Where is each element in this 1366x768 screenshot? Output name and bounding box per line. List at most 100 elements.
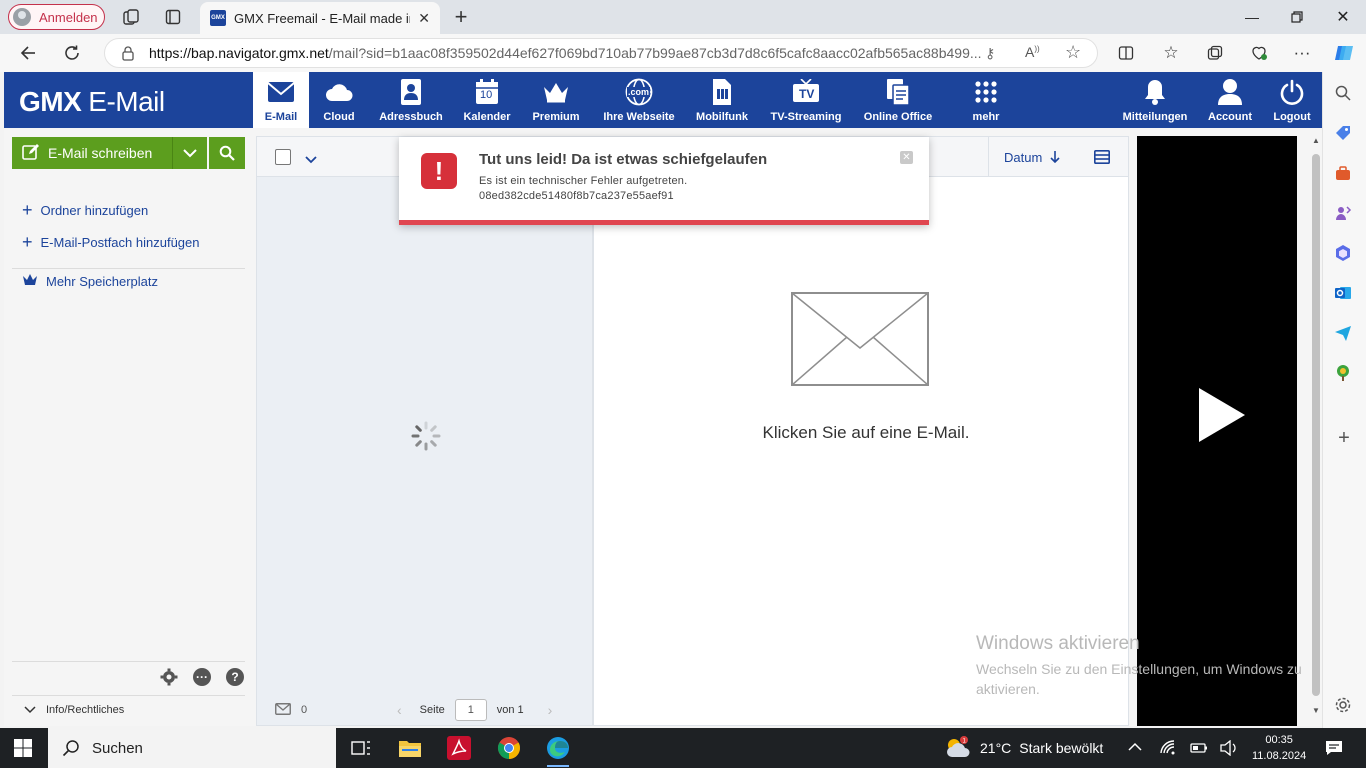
- tree-icon[interactable]: [1334, 364, 1354, 384]
- selection-dropdown-icon[interactable]: [305, 152, 317, 167]
- reload-icon[interactable]: [61, 42, 83, 64]
- browser-toolbar: https://bap.navigator.gmx.net /mail?sid=…: [0, 34, 1366, 72]
- acrobat-icon[interactable]: [445, 734, 473, 762]
- notifications-icon[interactable]: [1325, 740, 1343, 759]
- search-icon[interactable]: [1334, 84, 1354, 104]
- compose-group: E-Mail schreiben: [12, 137, 245, 169]
- volume-icon[interactable]: [1220, 739, 1238, 759]
- search-icon: [62, 740, 79, 757]
- tools-icon[interactable]: [1334, 164, 1354, 184]
- page-scrollbar[interactable]: ▲ ▼: [1310, 136, 1322, 716]
- compose-dropdown-button[interactable]: [172, 137, 207, 169]
- split-screen-icon[interactable]: [1115, 42, 1137, 64]
- compose-button[interactable]: E-Mail schreiben: [12, 137, 172, 169]
- nav-logout[interactable]: Logout: [1270, 72, 1314, 128]
- restore-icon[interactable]: [1286, 6, 1308, 28]
- profile-button[interactable]: Anmelden: [8, 4, 105, 30]
- nav-mobile[interactable]: Mobilfunk: [696, 72, 748, 128]
- mail-search-button[interactable]: [209, 137, 245, 169]
- nav-more[interactable]: mehr: [966, 72, 1006, 128]
- scroll-down-icon[interactable]: ▼: [1312, 706, 1320, 715]
- collections-icon[interactable]: [1204, 42, 1226, 64]
- taskbar-search-box[interactable]: Suchen: [48, 728, 336, 768]
- tab-title: GMX Freemail - E-Mail made in G: [234, 10, 411, 26]
- outlook-icon[interactable]: [1334, 284, 1354, 304]
- nav-addressbook[interactable]: Adressbuch: [376, 72, 446, 128]
- favorite-star-icon[interactable]: ☆: [1065, 42, 1081, 63]
- cloud-icon: [325, 78, 353, 106]
- more-storage-link[interactable]: Mehr Speicherplatz: [22, 273, 158, 289]
- nav-label: Ihre Webseite: [603, 111, 675, 123]
- password-key-icon[interactable]: ⚷: [985, 45, 995, 62]
- settings-gear-icon[interactable]: [160, 668, 178, 686]
- tv-icon: TV: [792, 78, 820, 106]
- bell-icon: [1141, 78, 1169, 106]
- scroll-thumb[interactable]: [1312, 154, 1320, 696]
- play-icon[interactable]: [1199, 388, 1245, 442]
- nav-notifications[interactable]: Mitteilungen: [1119, 72, 1191, 128]
- url-host: https://bap.navigator.gmx.net: [149, 45, 329, 61]
- nav-tv-streaming[interactable]: TV TV-Streaming: [769, 72, 843, 128]
- sidebar-settings-icon[interactable]: [1334, 696, 1354, 716]
- add-mailbox-link[interactable]: + E-Mail-Postfach hinzufügen: [22, 232, 200, 253]
- tab-actions-icon[interactable]: [163, 7, 183, 27]
- nav-account[interactable]: Account: [1204, 72, 1256, 128]
- close-notification-icon[interactable]: ✕: [900, 151, 913, 164]
- battery-icon[interactable]: [1190, 741, 1208, 758]
- nav-premium[interactable]: Premium: [530, 72, 582, 128]
- start-windows-icon[interactable]: [14, 739, 32, 760]
- sort-by-date-button[interactable]: Datum: [988, 137, 1060, 177]
- nav-calendar[interactable]: 10 Kalender: [460, 72, 514, 128]
- gmx-logo[interactable]: GMX E-Mail: [19, 86, 165, 118]
- browser-essentials-icon[interactable]: [1248, 42, 1270, 64]
- envelope-count-icon: [275, 702, 291, 718]
- profile-label: Anmelden: [39, 9, 98, 25]
- globe-icon: .com: [625, 78, 653, 106]
- chrome-icon[interactable]: [495, 734, 523, 762]
- page-number-input[interactable]: 1: [454, 699, 487, 721]
- info-legal-toggle[interactable]: Info/Rechtliches: [24, 704, 124, 716]
- lock-icon[interactable]: [121, 45, 135, 64]
- more-storage-label: Mehr Speicherplatz: [46, 273, 158, 289]
- games-icon[interactable]: [1334, 204, 1354, 224]
- nav-website[interactable]: .com Ihre Webseite: [601, 72, 677, 128]
- windows-taskbar: Suchen 1 21°C Stark bewölkt 00:35 11.08.…: [0, 728, 1366, 768]
- nav-cloud[interactable]: Cloud: [319, 72, 359, 128]
- nav-email[interactable]: E-Mail: [253, 72, 309, 128]
- shopping-tag-icon[interactable]: [1334, 124, 1354, 144]
- add-folder-link[interactable]: + Ordner hinzufügen: [22, 200, 148, 221]
- workspaces-icon[interactable]: [121, 7, 141, 27]
- help-icon[interactable]: ?: [226, 668, 244, 686]
- add-sidebar-app-icon[interactable]: +: [1334, 428, 1354, 448]
- nav-online-office[interactable]: Online Office: [862, 72, 934, 128]
- crown-icon: [22, 273, 38, 289]
- clock[interactable]: 00:35 11.08.2024: [1252, 732, 1306, 764]
- weather-widget[interactable]: 1 21°C Stark bewölkt: [944, 728, 1103, 768]
- feedback-chat-icon[interactable]: ···: [193, 668, 211, 686]
- nav-label: E-Mail: [264, 111, 298, 123]
- edge-icon[interactable]: [544, 734, 572, 767]
- clock-time: 00:35: [1265, 734, 1293, 746]
- more-menu-icon[interactable]: ···: [1291, 42, 1313, 64]
- scroll-up-icon[interactable]: ▲: [1312, 136, 1320, 145]
- back-icon[interactable]: [17, 42, 39, 64]
- show-hidden-icons-chevron-up-icon[interactable]: [1128, 740, 1142, 755]
- copilot-icon[interactable]: [1333, 42, 1355, 64]
- network-icon[interactable]: [1160, 740, 1176, 759]
- favorites-icon[interactable]: ☆: [1160, 42, 1182, 64]
- close-tab-icon[interactable]: ✕: [418, 10, 430, 27]
- new-tab-icon[interactable]: +: [451, 4, 471, 29]
- read-aloud-icon[interactable]: A)): [1025, 44, 1040, 60]
- close-window-icon[interactable]: ✕: [1332, 6, 1354, 28]
- task-view-icon[interactable]: [347, 734, 375, 762]
- microsoft365-icon[interactable]: [1334, 244, 1354, 264]
- prev-page-icon[interactable]: ‹: [397, 702, 402, 718]
- send-icon[interactable]: [1334, 324, 1354, 344]
- address-bar[interactable]: https://bap.navigator.gmx.net /mail?sid=…: [104, 38, 1098, 68]
- file-explorer-icon[interactable]: [396, 734, 424, 762]
- minimize-icon[interactable]: —: [1241, 6, 1263, 28]
- view-list-icon[interactable]: [1094, 150, 1110, 167]
- tab-gmx[interactable]: GMX GMX Freemail - E-Mail made in G ✕: [200, 2, 440, 34]
- next-page-icon[interactable]: ›: [548, 702, 553, 718]
- select-all-checkbox[interactable]: [275, 149, 291, 165]
